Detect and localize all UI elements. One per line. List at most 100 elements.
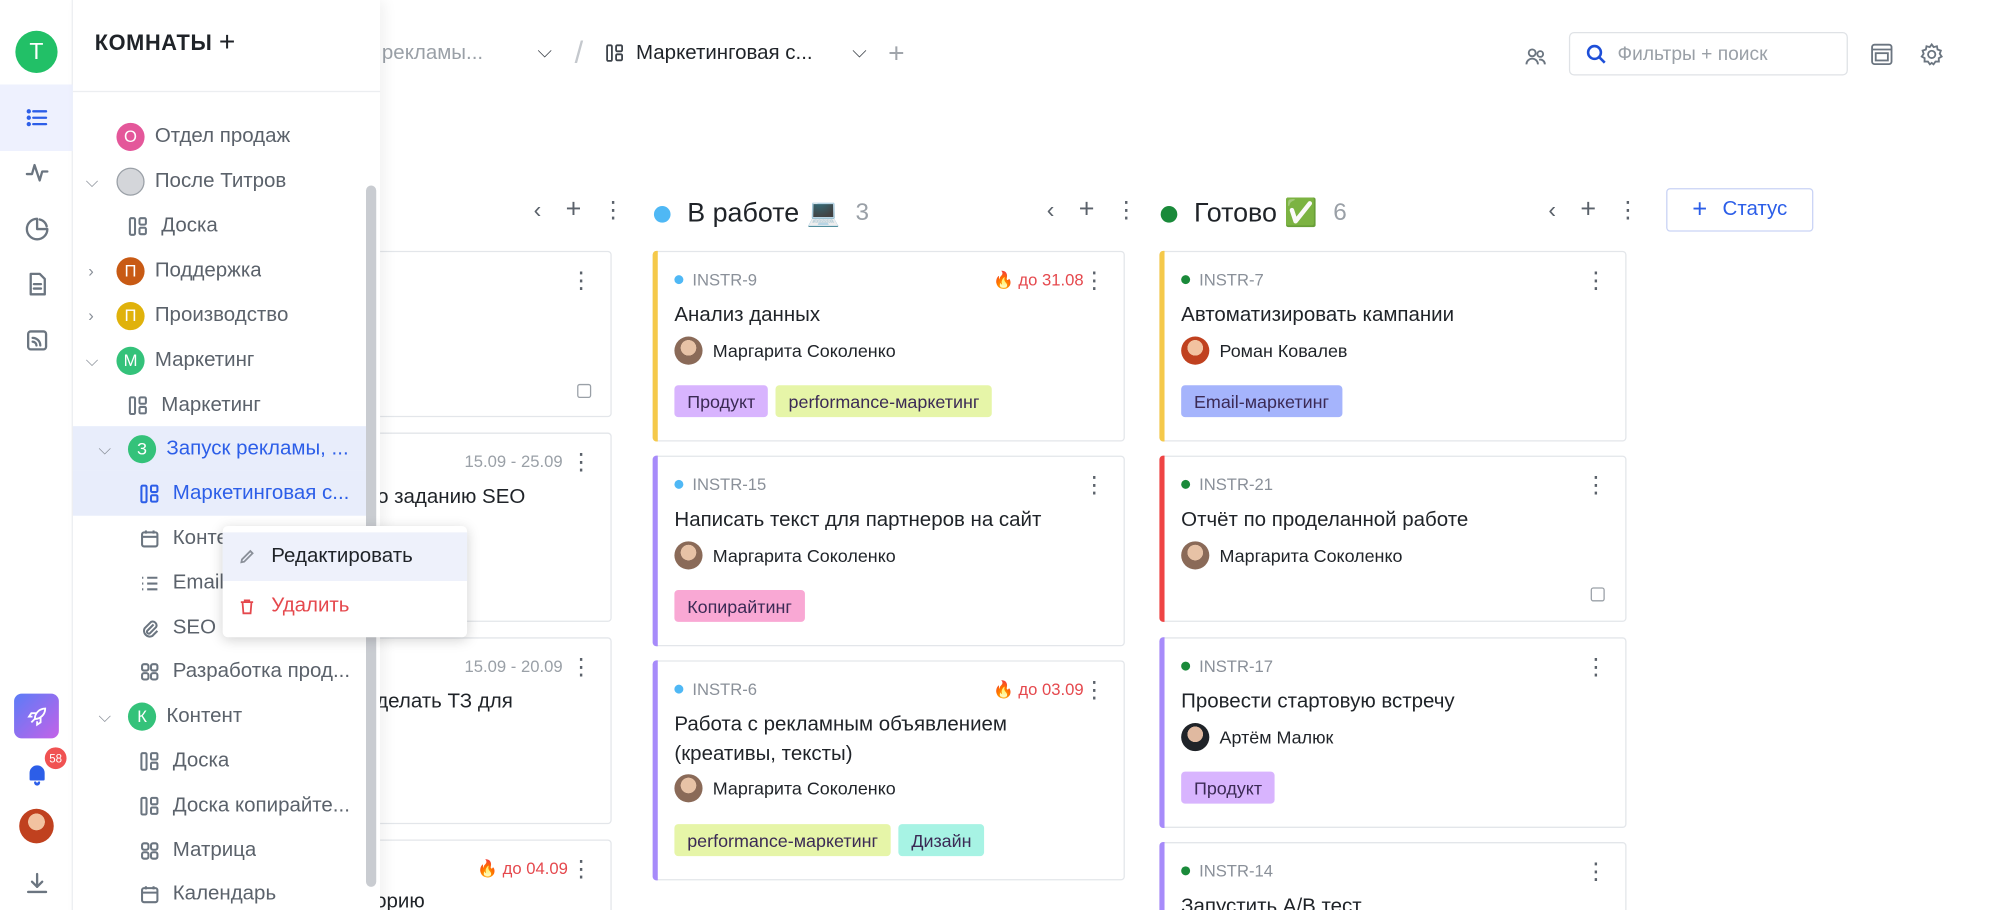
chevron-down-icon[interactable]: ⌵ [537,41,552,63]
card-menu-icon[interactable]: ⋮ [1584,267,1607,294]
card-title: Написать текст для партнеров на сайт [674,509,1042,532]
sidebar-item-label: Отдел продаж [154,124,291,147]
board-icon [138,794,161,817]
sidebar-item-production[interactable]: › П Производство [73,293,367,338]
sidebar-item-label: Календарь [172,882,277,905]
tag: Продукт [1181,771,1275,804]
card-menu-icon[interactable]: ⋮ [1083,267,1106,294]
context-delete-label: Удалить [271,595,350,617]
sidebar-item-copywriter-board[interactable]: Доска копирайте... [73,783,367,828]
tag: Копирайтинг [674,589,805,622]
sidebar-item-matrix[interactable]: Матрица [73,828,367,873]
sidebar-item-label: Маркетинг [161,393,261,416]
user-avatar[interactable] [19,808,54,844]
sidebar-item-ad-launch[interactable]: ⌵ З Запуск рекламы, ... [72,426,368,471]
chevron-down-icon[interactable]: ⌵ [99,706,112,726]
breadcrumb-board[interactable]: Маркетинговая с... [636,42,813,65]
task-card[interactable]: INSTR-21 ⋮ Отчёт по проделанной работе М… [1159,455,1627,622]
column-title[interactable]: В работе 💻 [687,198,840,229]
context-edit-item[interactable]: Редактировать [222,532,468,581]
column-menu-button[interactable]: ⋮ [1115,197,1138,224]
task-card[interactable]: INSTR-7 ⋮ Автоматизировать кампании Рома… [1159,250,1627,442]
column-count: 3 [855,199,870,227]
sidebar-item-board[interactable]: Доска [73,203,367,248]
sidebar-item-marketing-board[interactable]: Маркетинг [73,383,367,428]
column-prev-button[interactable]: ‹ [1548,197,1556,224]
add-room-button[interactable]: + [219,26,235,59]
chevron-down-icon[interactable]: ⌵ [99,438,112,458]
tag: Дизайн [898,824,985,857]
column-add-button[interactable]: + [1580,195,1596,226]
chevron-down-icon[interactable]: ⌵ [86,350,99,370]
context-edit-label: Редактировать [271,545,413,567]
task-card[interactable]: INSTR-15 ⋮ Написать текст для партнеров … [652,455,1125,647]
card-menu-icon[interactable]: ⋮ [1083,677,1106,704]
column-status-dot [653,205,671,223]
card-assignee: Роман Ковалев [1181,336,1347,365]
add-view-button[interactable]: + [888,37,904,70]
tag: performance-маркетинг [775,385,993,418]
column-prev-button[interactable]: ‹ [1047,197,1055,224]
rail-download-button[interactable] [10,856,62,908]
card-assignee: Маргарита Соколенко [1181,541,1402,570]
card-menu-icon[interactable]: ⋮ [569,856,592,883]
sidebar-item-sales[interactable]: О Отдел продаж [73,114,367,159]
task-card[interactable]: INSTR-14 ⋮ Запустить А/В тест [1159,842,1627,910]
sidebar-item-marketing[interactable]: ⌵ М Маркетинг [73,338,367,383]
task-card[interactable]: INSTR-17 ⋮ Провести стартовую встречу Ар… [1159,637,1627,828]
matrix-icon [138,839,161,862]
card-id: INSTR-17 [1181,656,1273,676]
sidebar-item-content[interactable]: ⌵ К Контент [73,694,367,739]
sidebar-item-marketing-strategy-board[interactable]: Маркетинговая с... [72,470,368,516]
column-prev-button[interactable]: ‹ [534,197,542,224]
chevron-right-icon[interactable]: › [88,306,94,325]
trash-icon [240,599,254,615]
divider [72,90,381,93]
rail-reports-button[interactable] [10,202,62,254]
sidebar-item-calendar[interactable]: Календарь [73,871,367,910]
sidebar-item-content-board[interactable]: Доска [73,738,367,783]
card-menu-icon[interactable]: ⋮ [1083,472,1106,499]
card-id: INSTR-15 [674,475,766,494]
rail-activity-button[interactable] [10,146,62,198]
sidebar-item-label: Разработка прод... [172,659,351,682]
sidebar-item-product-dev[interactable]: Разработка прод... [73,649,367,694]
card-menu-icon[interactable]: ⋮ [569,449,592,476]
card-menu-icon[interactable]: ⋮ [1584,859,1607,886]
add-status-label: Статус [1722,198,1788,221]
sidebar-item-posle-titrov[interactable]: ⌵ После Титров [73,159,367,204]
rail-feed-button[interactable] [10,314,62,366]
workspace-avatar[interactable]: Т [15,30,58,73]
rooms-sidebar: КОМНАТЫ + О Отдел продаж ⌵ После Титров … [72,0,381,910]
search-input[interactable]: Фильтры + поиск [1568,31,1848,76]
sidebar-item-support[interactable]: › П Поддержка [73,248,367,293]
card-assignee: Артём Малюк [1181,723,1333,752]
rail-rooms-button[interactable] [10,91,62,143]
card-menu-icon[interactable]: ⋮ [569,654,592,681]
task-card[interactable]: INSTR-9 🔥 до 31.08 ⋮ Анализ данных Марга… [652,250,1125,442]
card-menu-icon[interactable]: ⋮ [1584,654,1607,681]
card-id: INSTR-9 [674,270,757,289]
chevron-down-icon[interactable]: ⌵ [86,171,99,191]
column-add-button[interactable]: + [1079,195,1095,226]
column-add-button[interactable]: + [566,195,582,226]
column-status-dot [1160,205,1178,223]
layout-icon[interactable] [1870,42,1894,73]
column-menu-button[interactable]: ⋮ [601,197,624,224]
card-menu-icon[interactable]: ⋮ [1584,472,1607,499]
chevron-down-icon[interactable]: ⌵ [852,41,867,63]
card-menu-icon[interactable]: ⋮ [569,267,592,294]
add-status-button[interactable]: + Статус [1666,188,1814,232]
rail-upgrade-button[interactable] [14,693,59,739]
column-menu-button[interactable]: ⋮ [1616,197,1639,224]
column-title[interactable]: Готово ✅ [1194,198,1318,229]
task-card[interactable]: INSTR-6 🔥 до 03.09 ⋮ Работа с рекламным … [652,660,1125,881]
breadcrumb-room[interactable]: к рекламы... [367,42,483,65]
tag: Email-маркетинг [1181,385,1342,418]
rail-docs-button[interactable] [10,257,62,309]
room-avatar-image [116,167,145,196]
context-delete-item[interactable]: Удалить [223,582,467,631]
members-icon[interactable] [1524,45,1547,74]
gear-icon[interactable] [1920,42,1944,73]
chevron-right-icon[interactable]: › [88,261,94,280]
